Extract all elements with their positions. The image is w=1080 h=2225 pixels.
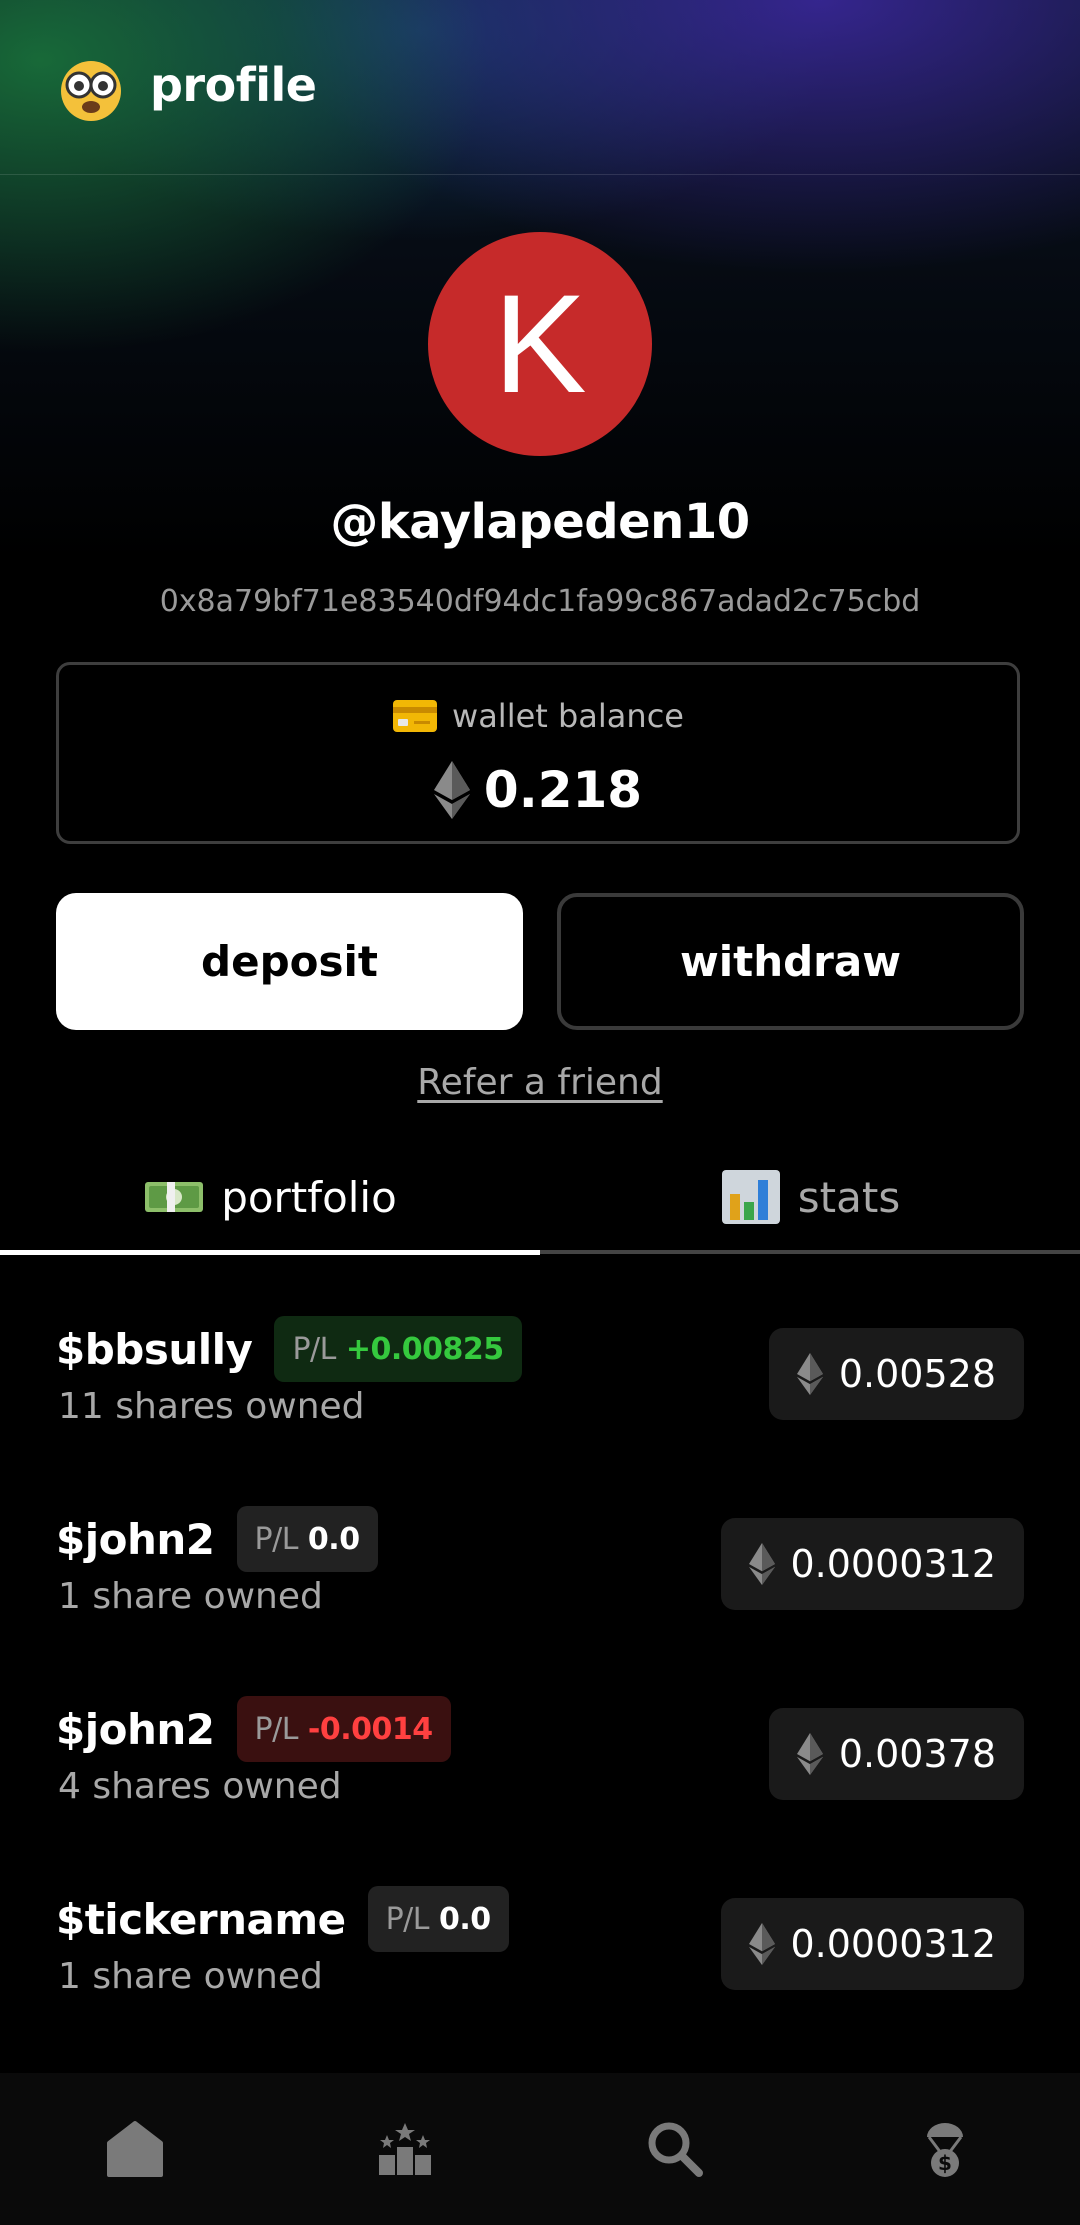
- top-bar: profile: [0, 0, 1080, 175]
- bottom-navigation: $: [0, 2073, 1080, 2225]
- price-pill[interactable]: 0.00528: [768, 1328, 1024, 1420]
- wallet-address[interactable]: 0x8a79bf71e83540df94dc1fa99c867adad2c75c…: [0, 584, 1080, 619]
- home-icon: [107, 2121, 163, 2177]
- ethereum-icon: [796, 1733, 823, 1775]
- price-pill[interactable]: 0.0000312: [720, 1518, 1024, 1610]
- nerd-face-icon: [61, 61, 121, 121]
- shares-owned: 1 share owned: [58, 1576, 323, 1617]
- holding-price: 0.0000312: [790, 1542, 997, 1586]
- tab-stats-label: stats: [797, 1172, 901, 1222]
- holding-price: 0.0000312: [790, 1922, 997, 1966]
- refer-a-friend-link[interactable]: Refer a friend: [0, 1062, 1080, 1103]
- wallet-balance-label: wallet balance: [452, 697, 684, 735]
- ethereum-icon: [796, 1353, 823, 1395]
- credit-card-icon: [393, 700, 438, 732]
- ethereum-icon: [748, 1923, 775, 1965]
- pl-badge: P/L +0.00825: [274, 1316, 522, 1382]
- svg-text:$: $: [938, 2151, 952, 2175]
- wallet-balance-value: 0.218: [483, 761, 643, 819]
- portfolio-list: $bbsully P/L +0.00825 11 shares owned 0.…: [0, 1310, 1080, 2070]
- holding-row[interactable]: $tickername P/L 0.0 1 share owned 0.0000…: [0, 1880, 1080, 2070]
- nav-search[interactable]: [615, 2089, 735, 2209]
- tab-portfolio-label: portfolio: [221, 1172, 397, 1222]
- holding-price: 0.00378: [838, 1732, 996, 1776]
- price-pill[interactable]: 0.0000312: [720, 1898, 1024, 1990]
- bar-chart-icon: [721, 1170, 780, 1224]
- holding-row[interactable]: $bbsully P/L +0.00825 11 shares owned 0.…: [0, 1310, 1080, 1500]
- pl-badge: P/L -0.0014: [236, 1696, 451, 1762]
- holding-ticker: $john2: [56, 1514, 215, 1564]
- tab-portfolio[interactable]: portfolio: [0, 1140, 540, 1254]
- profile-tabs: portfolio stats: [0, 1140, 1080, 1256]
- pl-label: P/L: [254, 1711, 299, 1747]
- holding-ticker: $tickername: [56, 1894, 346, 1944]
- pl-label: P/L: [292, 1331, 336, 1367]
- airdrop-icon: $: [927, 2123, 963, 2177]
- holding-ticker: $bbsully: [56, 1324, 253, 1374]
- nav-home[interactable]: [75, 2089, 195, 2209]
- search-icon: [648, 2122, 703, 2177]
- pl-value: 0.0: [307, 1521, 360, 1557]
- withdraw-button[interactable]: withdraw: [557, 893, 1024, 1030]
- nav-leaderboard[interactable]: [345, 2089, 465, 2209]
- shares-owned: 11 shares owned: [58, 1386, 365, 1427]
- avatar: K: [428, 232, 652, 456]
- pl-value: -0.0014: [307, 1711, 433, 1747]
- tab-active-indicator: [0, 1250, 540, 1255]
- ethereum-icon: [433, 761, 470, 819]
- deposit-button[interactable]: deposit: [56, 893, 523, 1030]
- wallet-balance-card: wallet balance 0.218: [56, 662, 1020, 844]
- pl-value: +0.00825: [345, 1331, 504, 1367]
- pl-badge: P/L 0.0: [367, 1886, 509, 1952]
- price-pill[interactable]: 0.00378: [768, 1708, 1024, 1800]
- leaderboard-icon: [379, 2123, 431, 2175]
- tab-stats[interactable]: stats: [540, 1140, 1080, 1254]
- holding-ticker: $john2: [56, 1704, 215, 1754]
- holding-row[interactable]: $john2 P/L -0.0014 4 shares owned 0.0037…: [0, 1690, 1080, 1880]
- ethereum-icon: [748, 1543, 775, 1585]
- pl-label: P/L: [385, 1901, 430, 1937]
- pl-badge: P/L 0.0: [236, 1506, 378, 1572]
- page-title: profile: [150, 58, 317, 112]
- username: @kaylapeden10: [330, 494, 750, 550]
- avatar-initial: K: [493, 265, 587, 422]
- nav-airdrop[interactable]: $: [885, 2089, 1005, 2209]
- holding-price: 0.00528: [838, 1352, 996, 1396]
- pl-value: 0.0: [439, 1901, 491, 1937]
- money-bill-icon: [145, 1182, 204, 1212]
- pl-label: P/L: [254, 1521, 299, 1557]
- holding-row[interactable]: $john2 P/L 0.0 1 share owned 0.0000312: [0, 1500, 1080, 1690]
- shares-owned: 1 share owned: [58, 1956, 323, 1997]
- shares-owned: 4 shares owned: [58, 1766, 342, 1807]
